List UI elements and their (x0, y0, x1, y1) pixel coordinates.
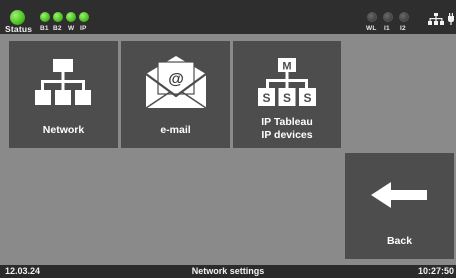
plug-icon (448, 13, 454, 25)
ip-icon-slave-1: S (262, 91, 270, 105)
email-label: e-mail (160, 124, 191, 136)
led-i1 (383, 12, 393, 22)
arrow-left-icon (371, 182, 427, 208)
led-label-b1: B1 (40, 25, 49, 32)
led-label-wl: WL (366, 25, 377, 32)
led-label-w: W (68, 25, 75, 32)
led-w (66, 12, 76, 22)
at-symbol: @ (168, 71, 184, 88)
led-label-b2: B2 (53, 25, 62, 32)
ip-devices-icon: M S S S (258, 58, 316, 106)
ip-icon-slave-3: S (303, 91, 311, 105)
screen: Status B1 B2 W IP WL I1 I2 Network @ e-m… (0, 0, 456, 278)
led-label-i1: I1 (384, 25, 390, 32)
footer-bar: 12.03.24 Network settings 10:27:50 (0, 265, 456, 278)
ip-devices-label: IP devices (261, 129, 313, 141)
status-bar: Status B1 B2 W IP WL I1 I2 (0, 0, 456, 34)
led-b2 (53, 12, 63, 22)
network-tree-icon (428, 13, 444, 25)
led-b1 (40, 12, 50, 22)
network-label: Network (42, 124, 85, 136)
email-tile[interactable]: @ e-mail (121, 41, 230, 148)
network-icon (35, 59, 91, 105)
ip-tableau-tile[interactable]: M S S S IP Tableau IP devices (233, 41, 341, 148)
ip-tableau-label: IP Tableau (261, 116, 313, 128)
network-tile[interactable]: Network (9, 41, 118, 148)
led-label-ip: IP (80, 25, 87, 32)
ip-icon-slave-2: S (283, 91, 291, 105)
led-ip (79, 12, 89, 22)
ip-icon-master: M (282, 61, 291, 73)
footer-title: Network settings (191, 266, 265, 276)
status-label: Status (5, 24, 33, 34)
footer-time: 10:27:50 (417, 266, 454, 276)
led-i2 (399, 12, 409, 22)
led-label-i2: I2 (400, 25, 406, 32)
back-button[interactable]: Back (345, 153, 454, 259)
status-led (10, 10, 25, 25)
back-label: Back (386, 235, 413, 247)
led-wl (367, 12, 377, 22)
envelope-icon: @ (146, 56, 206, 108)
